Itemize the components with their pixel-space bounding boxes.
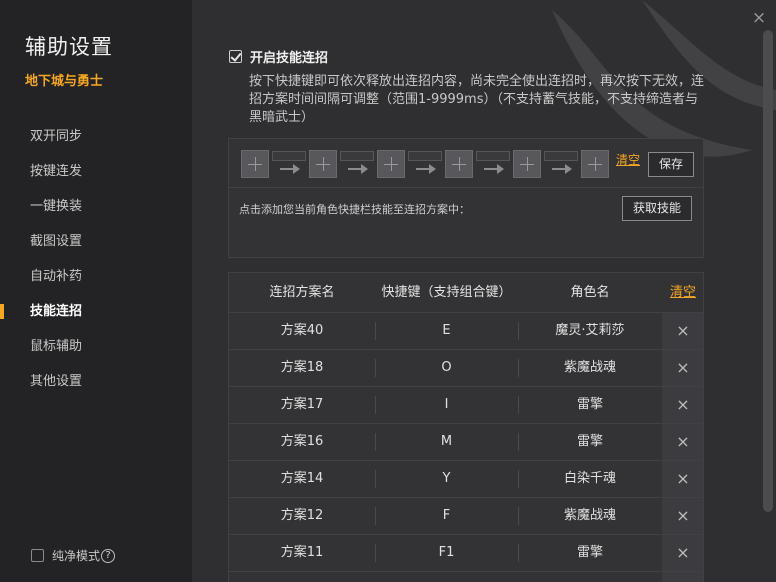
combo-hotkey: F1 [438, 545, 455, 560]
app-title: 辅助设置 [25, 35, 113, 59]
skill-slot-5-plus-icon[interactable] [513, 150, 541, 178]
table-clear-link[interactable]: 清空 [662, 273, 703, 313]
sidebar: 辅助设置 地下城与勇士 双开同步 按键连发 一键换装 截图设置 自动补药 技能连… [0, 0, 192, 582]
sidebar-item-mouse-assist[interactable]: 鼠标辅助 [0, 329, 192, 364]
combo-name: 方案11 [280, 545, 324, 560]
arrow-right-icon [348, 164, 368, 174]
combo-role: 魔灵·艾莉莎 [555, 323, 625, 338]
header-hotkey: 快捷键（支持组合键） [381, 285, 512, 300]
header-combo-name: 连招方案名 [269, 285, 335, 300]
combo-role: 白染千魂 [563, 471, 616, 486]
combo-hotkey: E [442, 323, 451, 338]
combo-slot-row [241, 149, 609, 179]
vertical-scrollbar[interactable] [763, 30, 773, 512]
sidebar-nav: 双开同步 按键连发 一键换装 截图设置 自动补药 技能连招 鼠标辅助 其他设置 [0, 119, 192, 399]
combo-name: 方案14 [280, 471, 324, 486]
combo-role: 紫魔战魂 [563, 360, 616, 375]
enable-combo-label: 开启技能连招 [250, 51, 329, 66]
skill-slot-3-plus-icon[interactable] [377, 150, 405, 178]
arrow-right-icon [552, 164, 572, 174]
combo-name: 方案17 [280, 397, 324, 412]
combo-name: 方案18 [280, 360, 324, 375]
interval-2 [337, 149, 377, 179]
sidebar-item-other-settings[interactable]: 其他设置 [0, 364, 192, 399]
sidebar-item-auto-potion[interactable]: 自动补药 [0, 259, 192, 294]
interval-4 [473, 149, 513, 179]
arrow-right-icon [280, 164, 300, 174]
table-row[interactable]: 方案11 F1 雷擎 × [229, 535, 703, 572]
interval-input-1[interactable] [272, 151, 306, 161]
combo-hotkey: I [444, 397, 449, 412]
sidebar-item-key-repeat[interactable]: 按键连发 [0, 154, 192, 189]
combo-role: 紫魔战魂 [563, 508, 616, 523]
combo-role: 雷擎 [576, 397, 603, 412]
table-header: 连招方案名 快捷键（支持组合键） 角色名 清空 [229, 273, 703, 313]
combo-hotkey: M [440, 434, 453, 449]
combo-hotkey: O [441, 360, 452, 375]
interval-3 [405, 149, 445, 179]
interval-input-3[interactable] [408, 151, 442, 161]
sidebar-item-skill-combo[interactable]: 技能连招 [0, 294, 192, 329]
combo-list-table: 连招方案名 快捷键（支持组合键） 角色名 清空 方案40 E 魔灵·艾莉莎 × … [228, 272, 704, 582]
delete-row-close-icon[interactable] [662, 572, 703, 582]
delete-row-close-icon[interactable]: × [662, 350, 703, 386]
combo-name: 方案16 [280, 434, 324, 449]
delete-row-close-icon[interactable]: × [662, 424, 703, 460]
arrow-right-icon [484, 164, 504, 174]
skill-slot-4-plus-icon[interactable] [445, 150, 473, 178]
close-button[interactable]: × [750, 9, 768, 27]
sidebar-item-screenshot[interactable]: 截图设置 [0, 224, 192, 259]
interval-input-5[interactable] [544, 151, 578, 161]
table-row[interactable]: 方案14 Y 白染千魂 × [229, 461, 703, 498]
interval-input-4[interactable] [476, 151, 510, 161]
combo-name: 方案12 [280, 508, 324, 523]
table-row[interactable]: 方案40 E 魔灵·艾莉莎 × [229, 313, 703, 350]
skill-slot-2-plus-icon[interactable] [309, 150, 337, 178]
delete-row-close-icon[interactable]: × [662, 535, 703, 571]
interval-5 [541, 149, 581, 179]
skill-add-hint: 点击添加您当前角色快捷栏技能至连招方案中： [239, 203, 470, 216]
table-row-partial[interactable] [229, 572, 703, 582]
panel-divider [229, 187, 703, 188]
combo-name: 方案40 [280, 323, 324, 338]
fetch-skills-button[interactable]: 获取技能 [622, 196, 692, 221]
pure-mode-checkbox[interactable] [31, 549, 44, 562]
interval-input-2[interactable] [340, 151, 374, 161]
sidebar-item-dual-sync[interactable]: 双开同步 [0, 119, 192, 154]
combo-clear-link[interactable]: 清空 [616, 151, 640, 168]
skill-slot-1-plus-icon[interactable] [241, 150, 269, 178]
enable-combo-toggle[interactable]: 开启技能连招 [229, 47, 328, 66]
header-role: 角色名 [570, 285, 610, 300]
combo-hotkey: F [442, 508, 451, 523]
enable-combo-checkbox[interactable] [229, 50, 242, 63]
help-icon[interactable]: ? [101, 548, 116, 563]
sidebar-item-quick-swap[interactable]: 一键换装 [0, 189, 192, 224]
skill-slot-6-plus-icon[interactable] [581, 150, 609, 178]
delete-row-close-icon[interactable]: × [662, 313, 703, 349]
app-window: 辅助设置 地下城与勇士 双开同步 按键连发 一键换装 截图设置 自动补药 技能连… [0, 0, 776, 582]
pure-mode-label: 纯净模式 [52, 549, 101, 563]
table-row[interactable]: 方案12 F 紫魔战魂 × [229, 498, 703, 535]
delete-row-close-icon[interactable]: × [662, 498, 703, 534]
combo-hotkey: Y [442, 471, 451, 486]
table-row[interactable]: 方案18 O 紫魔战魂 × [229, 350, 703, 387]
interval-1 [269, 149, 309, 179]
delete-row-close-icon[interactable]: × [662, 387, 703, 423]
combo-editor: 清空 保存 点击添加您当前角色快捷栏技能至连招方案中： 获取技能 [228, 138, 704, 258]
delete-row-close-icon[interactable]: × [662, 461, 703, 497]
game-name: 地下城与勇士 [25, 74, 104, 89]
combo-description: 按下快捷键即可依次释放出连招内容，尚未完全使出连招时，再次按下无效，连招方案时间… [249, 74, 705, 125]
arrow-right-icon [416, 164, 436, 174]
combo-role: 雷擎 [576, 434, 603, 449]
combo-role: 雷擎 [576, 545, 603, 560]
pure-mode-toggle[interactable]: 纯净模式 ? [31, 547, 116, 564]
table-row[interactable]: 方案16 M 雷擎 × [229, 424, 703, 461]
main-panel: × 开启技能连招 按下快捷键即可依次释放出连招内容，尚未完全使出连招时，再次按下… [192, 0, 776, 582]
table-row[interactable]: 方案17 I 雷擎 × [229, 387, 703, 424]
save-button[interactable]: 保存 [648, 152, 694, 177]
